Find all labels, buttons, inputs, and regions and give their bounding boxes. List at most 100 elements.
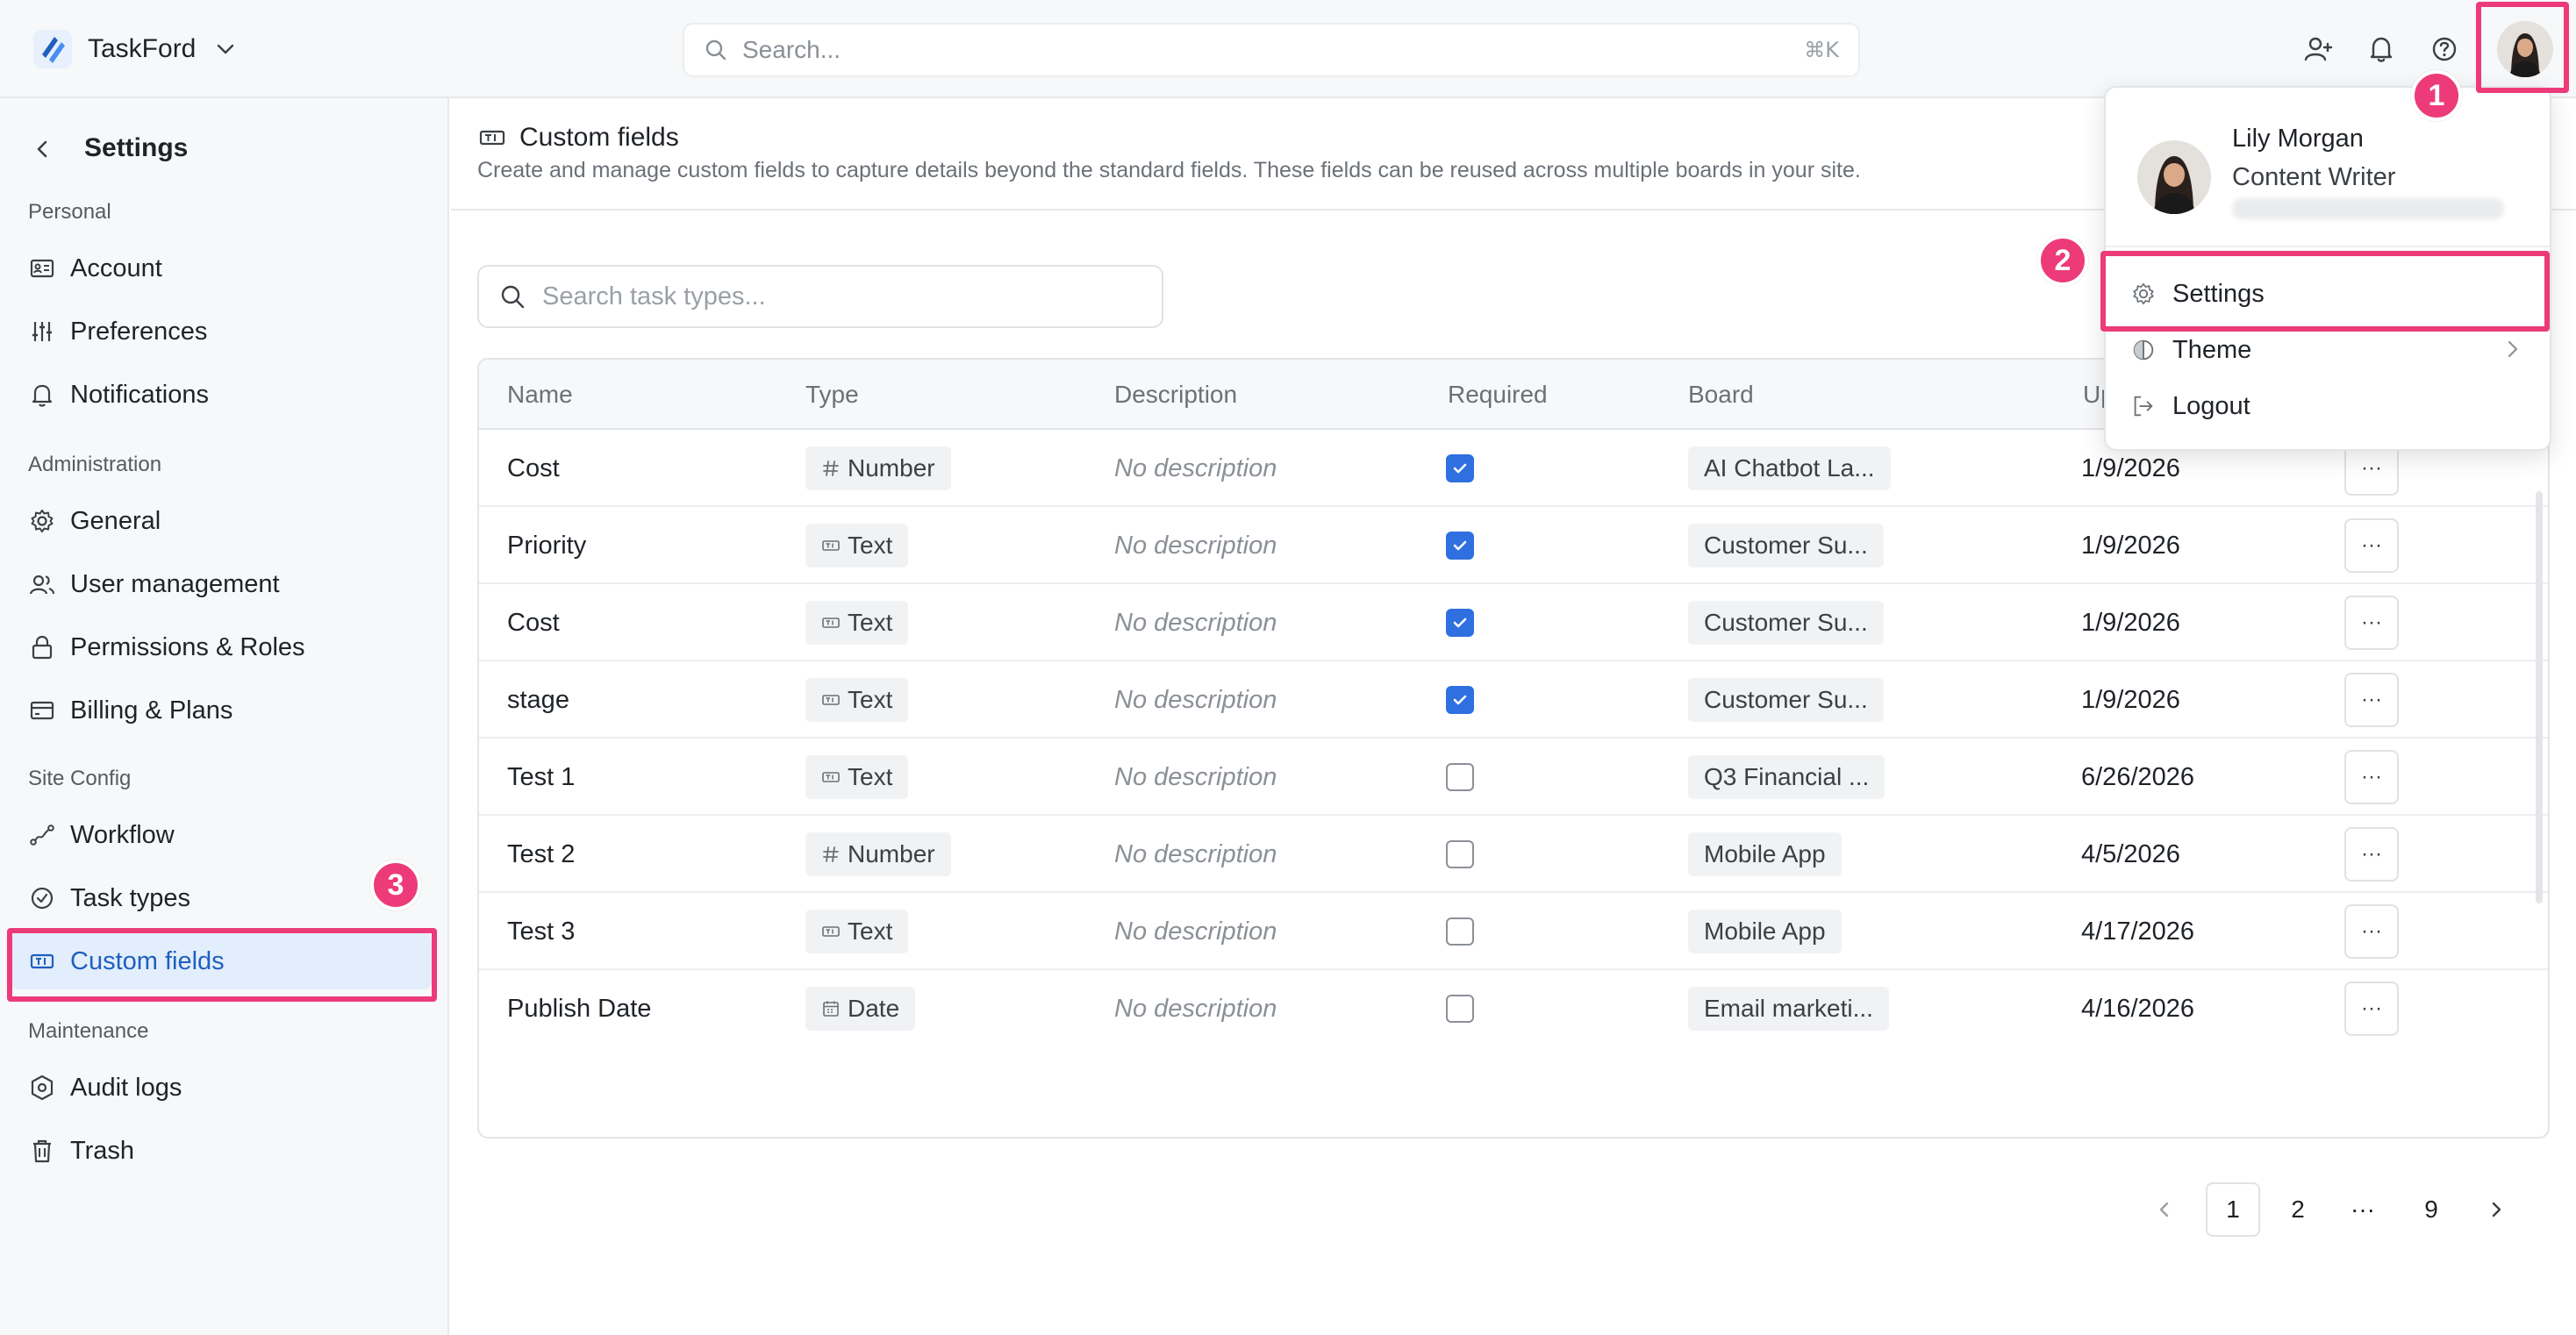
board-chip[interactable]: Customer Su...: [1688, 524, 1884, 568]
column-header-description[interactable]: Description: [1114, 381, 1237, 409]
user-role: Content Writer: [2232, 163, 2396, 191]
back-arrow-icon[interactable]: [28, 135, 56, 163]
cell-board: Customer Su...: [1688, 584, 1884, 661]
row-more-button[interactable]: ···: [2344, 750, 2399, 804]
divider: [2106, 246, 2550, 247]
cell-board: Customer Su...: [1688, 661, 1884, 739]
menu-item-theme[interactable]: Theme: [2114, 323, 2541, 377]
user-menu-avatar: [2137, 140, 2211, 214]
cell-name: Publish Date: [507, 994, 652, 1023]
column-header-required[interactable]: Required: [1448, 381, 1548, 409]
sidebar-item-billing-plans[interactable]: Billing & Plans: [11, 682, 432, 739]
table-row[interactable]: Cost Text No description Customer Su... 1/9/…: [479, 584, 2548, 661]
sliders-icon: [32, 322, 52, 341]
column-header-name[interactable]: Name: [507, 381, 573, 409]
sidebar-item-account[interactable]: Account: [11, 240, 432, 296]
help-icon[interactable]: [2429, 33, 2460, 65]
column-header-type[interactable]: Type: [805, 381, 859, 409]
bell-icon: [32, 384, 53, 407]
row-more-button[interactable]: ···: [2344, 904, 2399, 959]
page-button-1[interactable]: 1: [2206, 1182, 2260, 1237]
sidebar-item-general[interactable]: General: [11, 493, 432, 549]
cell-required: [1446, 739, 1474, 816]
row-more-button[interactable]: ···: [2344, 982, 2399, 1036]
avatar-icon: [2137, 140, 2211, 214]
board-chip[interactable]: AI Chatbot La...: [1688, 446, 1891, 490]
logout-icon: [2134, 396, 2153, 417]
cell-required: [1446, 893, 1474, 970]
required-checkbox[interactable]: [1446, 995, 1474, 1023]
page-button-9[interactable]: 9: [2404, 1182, 2458, 1237]
required-checkbox[interactable]: [1446, 917, 1474, 946]
sidebar-item-task-types[interactable]: Task types: [11, 870, 432, 926]
cell-type: Text: [805, 893, 909, 970]
global-search[interactable]: ⌘K: [683, 23, 1860, 77]
row-more-button[interactable]: ···: [2344, 518, 2399, 573]
avatar-icon: [2497, 21, 2553, 77]
global-search-input[interactable]: [742, 36, 1805, 64]
task-type-search[interactable]: [477, 265, 1163, 328]
add-user-icon[interactable]: [2302, 33, 2334, 65]
board-chip[interactable]: Customer Su...: [1688, 601, 1884, 645]
cell-actions: ···: [2344, 816, 2399, 893]
column-header-board[interactable]: Board: [1688, 381, 1754, 409]
required-checkbox[interactable]: [1446, 454, 1474, 482]
users-icon: [29, 575, 55, 595]
scrollbar[interactable]: [2536, 491, 2543, 903]
row-more-button[interactable]: ···: [2344, 673, 2399, 727]
next-page-button[interactable]: [2469, 1182, 2523, 1237]
sidebar-item-custom-fields[interactable]: Custom fields: [11, 933, 432, 989]
sidebar-item-trash[interactable]: Trash: [11, 1123, 432, 1179]
text-field-icon: [479, 130, 505, 146]
type-chip: Text: [805, 678, 909, 722]
text-field-icon: [821, 767, 841, 787]
prev-page-button[interactable]: [2137, 1182, 2192, 1237]
sidebar-item-workflow[interactable]: Workflow: [11, 807, 432, 863]
section-administration: Administration: [28, 453, 162, 476]
search-icon: [501, 285, 525, 309]
page-button-2[interactable]: 2: [2271, 1182, 2325, 1237]
required-checkbox[interactable]: [1446, 609, 1474, 637]
board-chip[interactable]: Q3 Financial ...: [1688, 755, 1885, 799]
menu-item-settings[interactable]: Settings: [2114, 267, 2541, 321]
cell-required: [1446, 661, 1474, 739]
board-chip[interactable]: Email marketi...: [1688, 987, 1889, 1031]
chevron-right-icon: [2508, 340, 2518, 358]
cell-name: stage: [507, 685, 569, 714]
cell-board: Mobile App: [1688, 816, 1842, 893]
required-checkbox[interactable]: [1446, 840, 1474, 868]
sidebar-item-permissions-roles[interactable]: Permissions & Roles: [11, 619, 432, 675]
board-chip[interactable]: Customer Su...: [1688, 678, 1884, 722]
cell-description: No description: [1114, 762, 1277, 791]
required-checkbox[interactable]: [1446, 532, 1474, 560]
user-email-redacted: [2232, 198, 2504, 219]
row-more-button[interactable]: ···: [2344, 827, 2399, 882]
board-chip[interactable]: Mobile App: [1688, 910, 1842, 953]
cell-actions: ···: [2344, 893, 2399, 970]
table-row[interactable]: Priority Text No description Customer Su...…: [479, 507, 2548, 584]
workspace-switcher[interactable]: TaskFord: [32, 26, 238, 72]
sidebar-item-audit-logs[interactable]: Audit logs: [11, 1060, 432, 1116]
table-row[interactable]: Test 2 Number No description Mobile App 4/5/…: [479, 816, 2548, 893]
step-badge-1: 1: [2411, 70, 2462, 121]
bell-icon[interactable]: [2365, 33, 2397, 65]
sidebar-item-preferences[interactable]: Preferences: [11, 303, 432, 360]
sidebar-item-user-management[interactable]: User management: [11, 556, 432, 612]
cell-actions: ···: [2344, 739, 2399, 816]
table-row[interactable]: Publish Date Date No description Email mark…: [479, 970, 2548, 1047]
section-personal: Personal: [28, 200, 111, 224]
task-type-search-input[interactable]: [542, 282, 1142, 311]
cell-description: No description: [1114, 685, 1277, 714]
required-checkbox[interactable]: [1446, 763, 1474, 791]
user-avatar-button[interactable]: [2497, 21, 2553, 77]
sidebar-item-notifications[interactable]: Notifications: [11, 367, 432, 423]
menu-item-logout[interactable]: Logout: [2114, 379, 2541, 433]
sidebar-title: Settings: [84, 133, 189, 162]
board-chip[interactable]: Mobile App: [1688, 832, 1842, 876]
row-more-button[interactable]: ···: [2344, 596, 2399, 650]
cell-description: No description: [1114, 531, 1277, 560]
required-checkbox[interactable]: [1446, 686, 1474, 714]
table-row[interactable]: Test 1 Text No description Q3 Financial ...…: [479, 739, 2548, 816]
table-row[interactable]: stage Text No description Customer Su... 1/9…: [479, 661, 2548, 739]
table-row[interactable]: Test 3 Text No description Mobile App 4/17/2…: [479, 893, 2548, 970]
